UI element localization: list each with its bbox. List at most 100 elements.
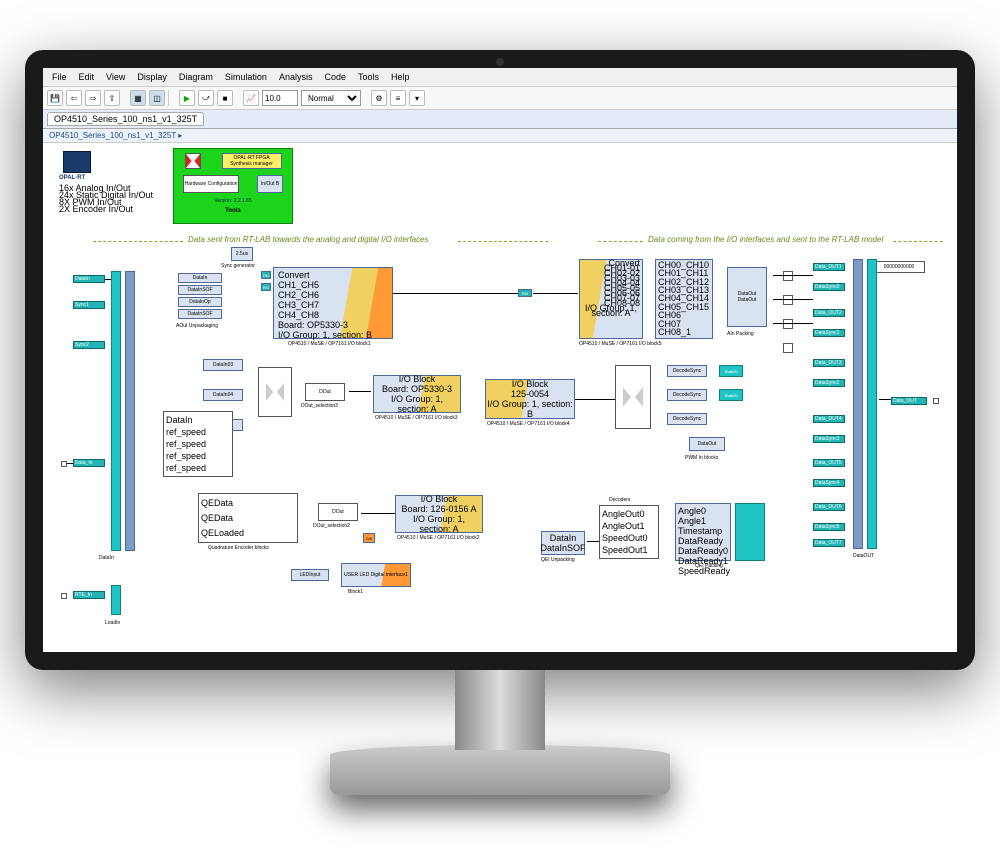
port-rte-in[interactable]: RTE_In (73, 591, 105, 599)
model-canvas[interactable]: OPAL-RT 16x Analog In/Out24x Static Digi… (43, 143, 957, 652)
rt-tag-3[interactable]: Rt0 (518, 289, 532, 297)
delay-4[interactable] (783, 343, 793, 353)
aout-datain-3[interactable]: DataInSOF (178, 309, 222, 319)
dout-sel3[interactable]: DOut (305, 383, 345, 401)
rt-tag-1[interactable]: Rt1 (261, 271, 271, 279)
out-6[interactable]: DataSync2 (813, 379, 845, 387)
step-time-input[interactable] (262, 90, 298, 106)
qei-pack[interactable]: Angle0Angle1TimestampDataReadyDataReady0… (675, 503, 731, 561)
play-icon[interactable]: ▶ (179, 90, 195, 106)
fwd-icon[interactable]: ⇨ (85, 90, 101, 106)
out-2[interactable]: DataSync0 (813, 283, 845, 291)
out-8[interactable]: DataSync3 (813, 435, 845, 443)
datain04[interactable]: DataIn04 (203, 389, 243, 401)
led-input-tag[interactable]: LEDInput (291, 569, 329, 581)
out-12[interactable]: DataSync5 (813, 523, 845, 531)
static-d1[interactable]: StaticD (719, 365, 743, 377)
stop-icon[interactable]: ■ (217, 90, 233, 106)
menu-edit[interactable]: Edit (74, 70, 100, 84)
delay-2[interactable] (783, 295, 793, 305)
out-10[interactable]: DataSync4 (813, 479, 845, 487)
menu-code[interactable]: Code (319, 70, 351, 84)
pwm-out[interactable]: DataOut (689, 437, 725, 451)
inport-1[interactable] (61, 461, 67, 467)
signal-icon[interactable]: 📈 (243, 90, 259, 106)
menu-help[interactable]: Help (386, 70, 415, 84)
monitor-stand-neck (455, 670, 545, 750)
out-main[interactable]: Data_OUT (891, 397, 927, 405)
out-9[interactable]: Data_OUT5 (813, 459, 845, 467)
model-icon[interactable]: ◫ (149, 90, 165, 106)
out-4[interactable]: DataSync1 (813, 329, 845, 337)
right-bus-cyan[interactable] (867, 259, 877, 549)
decode-d1[interactable]: DecodeSync (667, 365, 707, 377)
delay-3[interactable] (783, 319, 793, 329)
fpga-tools-block[interactable]: OPAL-RT FPGA Synthesis manager Hardware … (173, 148, 293, 224)
right-bus-blue[interactable] (853, 259, 863, 549)
xilinx-block-1[interactable] (258, 367, 292, 417)
out-13[interactable]: Data_OUT7 (813, 539, 845, 547)
out-11[interactable]: Data_OUT6 (813, 503, 845, 511)
tune-icon[interactable]: ≡ (390, 90, 406, 106)
io-block-3[interactable]: I/O Block125-0054I/O Group: 1, section: … (485, 379, 575, 419)
port-sync1[interactable]: Sync1 (73, 301, 105, 309)
ch-map-block[interactable]: CH00_CH10CH01_CH11CH02_CH12 CH03_CH13CH0… (655, 259, 713, 339)
breadcrumb[interactable]: OP4510_Series_100_ns1_v1_325T ▸ (43, 129, 957, 143)
const-0[interactable]: 0/8 (363, 533, 375, 543)
convert-in-block[interactable]: Convert CH01-01CH02-02CH03-03 CH04-04CH0… (579, 259, 643, 339)
menu-simulation[interactable]: Simulation (220, 70, 272, 84)
sync-gen-block[interactable]: 2.5us (231, 247, 253, 261)
loadin-bus[interactable] (111, 585, 121, 615)
inport-2[interactable] (61, 593, 67, 599)
decode-d2[interactable]: DecodeSync (667, 389, 707, 401)
decoders-block[interactable]: AngleOut0AngleOut1SpeedOut0SpeedOut1 (599, 505, 659, 559)
section-right-label: Data coming from the I/O interfaces and … (648, 235, 883, 244)
decode-d3[interactable]: DecodeSync (667, 413, 707, 425)
menu-display[interactable]: Display (132, 70, 172, 84)
out-5[interactable]: Data_OUT3 (813, 359, 845, 367)
step-icon[interactable]: ⤻ (198, 90, 214, 106)
dropdown-icon[interactable]: ▾ (409, 90, 425, 106)
xilinx-block-2[interactable] (615, 365, 651, 429)
dout-sel2[interactable]: DOut (318, 503, 358, 521)
port-datain[interactable]: DataIn (73, 275, 105, 283)
encoder-inputs[interactable]: DataInref_speedref_speedref_speedref_spe… (163, 411, 233, 477)
library-icon[interactable]: ▦ (130, 90, 146, 106)
delay-1[interactable] (783, 271, 793, 281)
left-bus-blue[interactable] (125, 271, 135, 551)
outport-1[interactable] (933, 398, 939, 404)
left-bus-cyan[interactable] (111, 271, 121, 551)
datain03[interactable]: DataIn03 (203, 359, 243, 371)
out-7[interactable]: Data_OUT4 (813, 415, 845, 423)
rt-tag-2[interactable]: Rt1 (261, 283, 271, 291)
qei-unpack[interactable]: DataInDataInSOF (541, 531, 585, 555)
static-d2[interactable]: StaticD (719, 389, 743, 401)
save-icon[interactable]: 💾 (47, 90, 63, 106)
out-1[interactable]: Data_OUT1 (813, 263, 845, 271)
build-icon[interactable]: ⚙ (371, 90, 387, 106)
dash-right (598, 241, 643, 242)
aout-datain-1[interactable]: DataInSOF (178, 285, 222, 295)
qei-pack-out[interactable] (735, 503, 765, 561)
model-tab[interactable]: OP4510_Series_100_ns1_v1_325T (47, 112, 204, 126)
ain-packing[interactable]: DataOutDataOut (727, 267, 767, 327)
port-sync2[interactable]: Sync2 (73, 341, 105, 349)
out-3[interactable]: Data_OUT2 (813, 309, 845, 317)
io-block-4[interactable]: I/O BlockBoard: 126-0156 AI/O Group: 1, … (395, 495, 483, 533)
user-led-block[interactable]: USER LED Digital interface1 (341, 563, 411, 587)
menu-view[interactable]: View (101, 70, 130, 84)
menu-diagram[interactable]: Diagram (174, 70, 218, 84)
up-icon[interactable]: ⇧ (104, 90, 120, 106)
menu-tools[interactable]: Tools (353, 70, 384, 84)
menu-file[interactable]: File (47, 70, 72, 84)
io-block-2[interactable]: I/O BlockBoard: OP5330-3I/O Group: 1, se… (373, 375, 461, 413)
back-icon[interactable]: ⇦ (66, 90, 82, 106)
port-data-in[interactable]: Data_In (73, 459, 105, 467)
menu-analysis[interactable]: Analysis (274, 70, 318, 84)
quad-enc-block[interactable]: QEDataQEDataQELoaded (198, 493, 298, 543)
mode-select[interactable]: Normal (301, 90, 361, 106)
aout-datain-0[interactable]: DataIn (178, 273, 222, 283)
convert-out-block[interactable]: Convert CH1_CH5 CH2_CH6 CH3_CH7 CH4_CH8 … (273, 267, 393, 339)
constant-block[interactable]: 00000000000 (873, 261, 925, 273)
aout-datain-2[interactable]: DataInOp (178, 297, 222, 307)
